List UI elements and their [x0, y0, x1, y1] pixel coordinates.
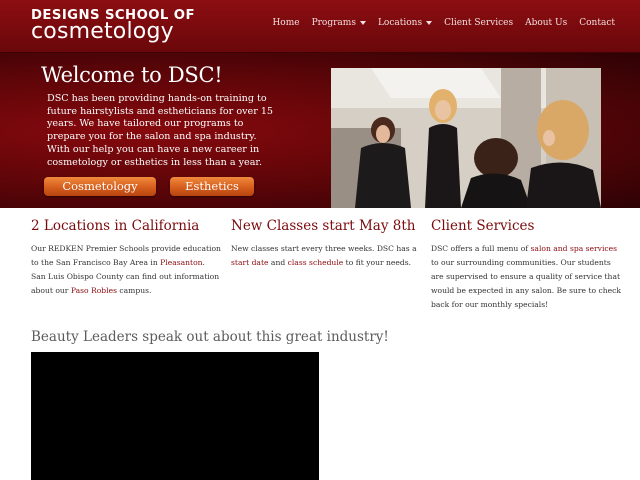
nav-client-services[interactable]: Client Services [444, 18, 513, 28]
site-header: DESIGNS SCHOOL OF cosmetology Home Progr… [0, 0, 640, 53]
pleasanton-link[interactable]: Pleasanton [160, 258, 202, 267]
nav-locations[interactable]: Locations [377, 18, 433, 28]
classes-text: New classes start every three weeks. DSC… [231, 242, 421, 270]
services-text-a: DSC offers a full menu of [431, 244, 531, 253]
nav-contact-label: Contact [579, 18, 615, 28]
nav-locations-label: Locations [377, 18, 423, 28]
locations-title: 2 Locations in California [31, 218, 200, 234]
classes-text-a: New classes start every three weeks. DSC… [231, 244, 417, 253]
caret-down-icon [426, 21, 433, 25]
hero-title: Welcome to DSC! [41, 63, 223, 87]
nav-programs[interactable]: Programs [312, 18, 366, 28]
classes-column: New Classes start May 8th New classes st… [231, 218, 421, 270]
start-date-link[interactable]: start date [231, 258, 269, 267]
services-text-b: to our surrounding communities. Our stud… [431, 257, 621, 309]
nav-about-us[interactable]: About Us [525, 18, 567, 28]
classes-text-b: and [268, 257, 288, 267]
nav-home-label: Home [272, 18, 300, 28]
classes-title: New Classes start May 8th [231, 218, 416, 234]
logo-bottom-text: cosmetology [31, 19, 174, 44]
locations-text: Our REDKEN Premier Schools provide educa… [31, 242, 221, 298]
hero-banner: Welcome to DSC! DSC has been providing h… [0, 53, 640, 208]
locations-column: 2 Locations in California Our REDKEN Pre… [31, 218, 221, 298]
video-heading: Beauty Leaders speak out about this grea… [31, 329, 389, 345]
nav-contact[interactable]: Contact [579, 18, 615, 28]
logo-top-text: DESIGNS SCHOOL OF [31, 8, 195, 23]
site-logo[interactable]: DESIGNS SCHOOL OF cosmetology [31, 8, 195, 44]
esthetics-button[interactable]: Esthetics [170, 177, 254, 196]
services-title: Client Services [431, 218, 535, 234]
classes-text-c: to fit your needs. [343, 257, 412, 267]
salon-photo [331, 68, 601, 208]
main-nav: Home Programs Locations Client Services … [260, 18, 615, 28]
nav-programs-label: Programs [311, 18, 356, 28]
cosmetology-button[interactable]: Cosmetology [44, 177, 156, 196]
hero-intro-text: DSC has been providing hands-on training… [47, 93, 274, 168]
services-column: Client Services DSC offers a full menu o… [431, 218, 621, 312]
nav-client-services-label: Client Services [444, 18, 514, 28]
nav-home[interactable]: Home [272, 18, 299, 28]
nav-about-us-label: About Us [525, 18, 568, 28]
class-schedule-link[interactable]: class schedule [288, 258, 344, 267]
locations-text-c: campus. [116, 285, 152, 295]
video-player[interactable] [31, 352, 319, 480]
salon-spa-services-link[interactable]: salon and spa services [531, 244, 618, 253]
paso-robles-link[interactable]: Paso Robles [71, 286, 117, 295]
caret-down-icon [359, 21, 366, 25]
services-text: DSC offers a full menu of salon and spa … [431, 242, 621, 312]
